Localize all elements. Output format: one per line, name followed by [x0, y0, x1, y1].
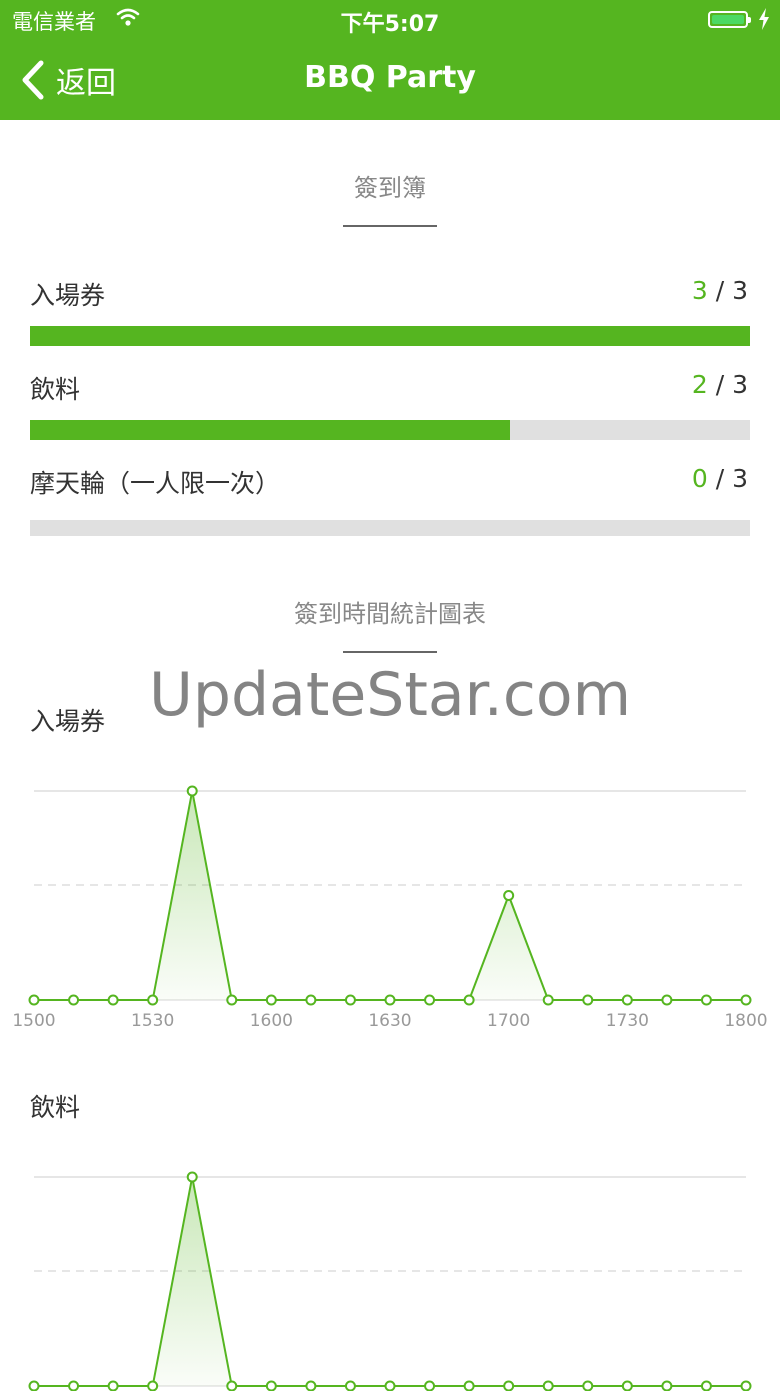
battery-icon [708, 11, 751, 28]
data-point [542, 1380, 554, 1391]
data-point [740, 994, 752, 1006]
data-point [384, 1380, 396, 1391]
data-point [186, 1171, 198, 1183]
data-point [107, 994, 119, 1006]
chart-title-drink: 飲料 [30, 1093, 81, 1122]
x-tick-label: 1800 [724, 1011, 767, 1031]
checkin-section-title: 簽到簿 [354, 174, 426, 202]
data-point [226, 1380, 238, 1391]
data-point [147, 1380, 159, 1391]
section-divider [343, 225, 437, 227]
item-label-drink: 飲料 [30, 375, 81, 404]
data-point [265, 994, 277, 1006]
clock: 下午5:07 [340, 12, 440, 37]
data-point [186, 785, 198, 797]
data-point [265, 1380, 277, 1391]
chart-drink-plot [28, 1171, 752, 1391]
x-tick-label: 1630 [368, 1011, 411, 1031]
data-point [424, 1380, 436, 1391]
x-tick-label: 1600 [250, 1011, 293, 1031]
data-point [463, 994, 475, 1006]
data-point [621, 1380, 633, 1391]
series-line [34, 1176, 746, 1387]
item-count-drink: 2 / 3 [691, 370, 748, 399]
data-point [621, 994, 633, 1006]
data-point [384, 994, 396, 1006]
data-point [582, 1380, 594, 1391]
data-point [28, 994, 40, 1006]
item-label-ticket: 入場券 [30, 281, 106, 310]
data-point [463, 1380, 475, 1391]
item-count-ticket: 3 / 3 [691, 276, 748, 305]
x-tick-label: 1530 [131, 1011, 174, 1031]
progress-bar-fill [30, 326, 750, 346]
chart-ticket-plot: 1500 1530 1600 1630 1700 1730 1800 [12, 785, 768, 1031]
status-bar: 電信業者 下午5:07 [0, 0, 780, 40]
stats-section-title: 簽到時間統計圖表 [294, 600, 486, 628]
data-point [147, 994, 159, 1006]
data-point [68, 1380, 80, 1391]
data-point [68, 994, 80, 1006]
data-point [542, 994, 554, 1006]
section-divider [343, 651, 437, 653]
data-point [582, 994, 594, 1006]
data-point [28, 1380, 40, 1391]
data-point [424, 994, 436, 1006]
data-point [740, 1380, 752, 1391]
progress-bar-fill [30, 420, 511, 440]
data-point [661, 1380, 673, 1391]
data-point [661, 994, 673, 1006]
nav-bar: 返回 BBQ Party [0, 40, 780, 120]
x-tick-label: 1500 [12, 1011, 55, 1031]
progress-bar-ferris-wheel [30, 520, 750, 536]
progress-bar-drink [30, 420, 750, 440]
data-point [344, 994, 356, 1006]
data-point [305, 1380, 317, 1391]
item-count-ferris-wheel: 0 / 3 [691, 464, 748, 493]
data-point [226, 994, 238, 1006]
page-title: BBQ Party [304, 60, 476, 95]
data-point [700, 994, 712, 1006]
data-point [305, 994, 317, 1006]
data-point [503, 890, 515, 901]
series-area [34, 1177, 746, 1386]
data-point [700, 1380, 712, 1391]
data-point [344, 1380, 356, 1391]
x-tick-label: 1700 [487, 1011, 530, 1031]
item-label-ferris-wheel: 摩天輪（一人限一次） [30, 469, 281, 498]
progress-bar-ticket [30, 326, 750, 346]
charging-icon [759, 8, 769, 30]
series-area [34, 791, 746, 1000]
x-tick-label: 1730 [606, 1011, 649, 1031]
watermark: UpdateStar.com [148, 660, 632, 730]
data-point [503, 1380, 515, 1391]
series-line [34, 790, 746, 1001]
data-point [107, 1380, 119, 1391]
